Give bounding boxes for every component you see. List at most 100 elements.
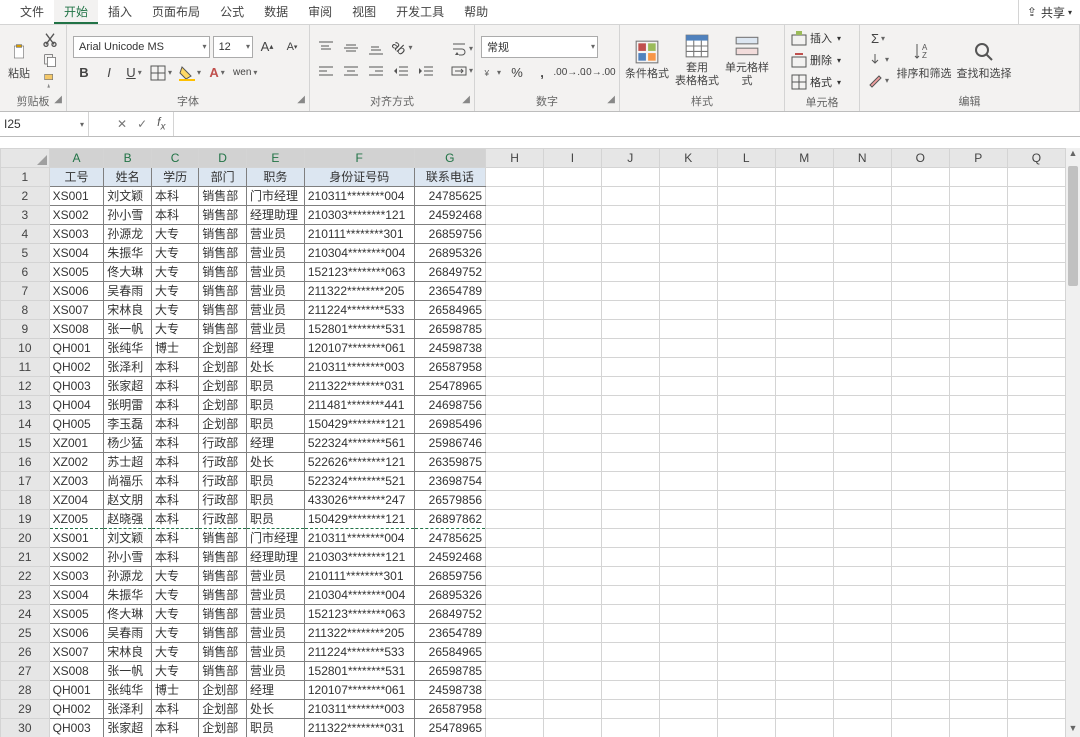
accounting-format-button[interactable]: ¥ bbox=[481, 63, 503, 83]
cell[interactable] bbox=[486, 396, 544, 415]
cell[interactable] bbox=[949, 548, 1007, 567]
cell[interactable] bbox=[775, 700, 833, 719]
cell[interactable] bbox=[891, 681, 949, 700]
column-header[interactable]: P bbox=[949, 149, 1007, 168]
row-header[interactable]: 27 bbox=[1, 662, 50, 681]
cell[interactable]: 企划部 bbox=[199, 415, 247, 434]
align-left-button[interactable] bbox=[315, 62, 337, 82]
cell[interactable] bbox=[659, 206, 717, 225]
cell[interactable]: 210311********003 bbox=[304, 358, 414, 377]
conditional-formatting-button[interactable]: 条件格式 bbox=[622, 27, 672, 92]
cell[interactable] bbox=[833, 624, 891, 643]
cell[interactable]: 大专 bbox=[151, 624, 198, 643]
cell[interactable] bbox=[1007, 719, 1065, 737]
cell[interactable]: 销售部 bbox=[199, 263, 247, 282]
cell[interactable] bbox=[601, 510, 659, 529]
cell[interactable] bbox=[486, 377, 544, 396]
orientation-button[interactable]: ab bbox=[390, 38, 414, 58]
cell[interactable] bbox=[833, 453, 891, 472]
align-top-button[interactable] bbox=[315, 38, 337, 58]
cell[interactable] bbox=[891, 529, 949, 548]
cell[interactable]: 本科 bbox=[151, 358, 198, 377]
cell[interactable] bbox=[833, 567, 891, 586]
cell[interactable] bbox=[486, 491, 544, 510]
cell[interactable] bbox=[717, 339, 775, 358]
cell[interactable] bbox=[659, 263, 717, 282]
align-right-button[interactable] bbox=[365, 62, 387, 82]
cell[interactable] bbox=[833, 510, 891, 529]
cell[interactable]: 工号 bbox=[49, 168, 104, 187]
menu-item-5[interactable]: 数据 bbox=[254, 0, 298, 24]
cell[interactable]: XS005 bbox=[49, 605, 104, 624]
cell[interactable]: 210111********301 bbox=[304, 567, 414, 586]
cell[interactable]: 522324********561 bbox=[304, 434, 414, 453]
cell[interactable]: XS007 bbox=[49, 643, 104, 662]
cell[interactable]: 26587958 bbox=[414, 358, 485, 377]
cell[interactable]: 本科 bbox=[151, 415, 198, 434]
cell[interactable] bbox=[601, 567, 659, 586]
cell[interactable]: 150429********121 bbox=[304, 415, 414, 434]
percent-button[interactable]: % bbox=[506, 63, 528, 83]
cell[interactable] bbox=[949, 529, 1007, 548]
cell[interactable]: 26895326 bbox=[414, 244, 485, 263]
cell[interactable] bbox=[949, 643, 1007, 662]
cell[interactable] bbox=[659, 700, 717, 719]
cell[interactable]: 尚福乐 bbox=[104, 472, 152, 491]
menu-item-8[interactable]: 开发工具 bbox=[386, 0, 454, 24]
cell[interactable]: 26587958 bbox=[414, 700, 485, 719]
cell[interactable] bbox=[717, 491, 775, 510]
cell[interactable] bbox=[833, 282, 891, 301]
cell[interactable] bbox=[1007, 453, 1065, 472]
cell[interactable] bbox=[1007, 244, 1065, 263]
cell[interactable]: 销售部 bbox=[199, 643, 247, 662]
italic-button[interactable]: I bbox=[98, 63, 120, 83]
cell[interactable] bbox=[891, 225, 949, 244]
cell[interactable] bbox=[775, 206, 833, 225]
cell[interactable]: 企划部 bbox=[199, 681, 247, 700]
cell[interactable]: 大专 bbox=[151, 605, 198, 624]
cell[interactable] bbox=[601, 643, 659, 662]
cancel-formula-icon[interactable]: ✕ bbox=[117, 117, 127, 131]
cell[interactable]: 销售部 bbox=[199, 301, 247, 320]
column-header[interactable]: H bbox=[486, 149, 544, 168]
cell[interactable] bbox=[659, 168, 717, 187]
cell[interactable] bbox=[659, 415, 717, 434]
cell[interactable] bbox=[544, 510, 602, 529]
increase-font-button[interactable]: A▴ bbox=[256, 37, 278, 57]
cell[interactable] bbox=[891, 700, 949, 719]
cell[interactable] bbox=[949, 358, 1007, 377]
cell[interactable] bbox=[659, 358, 717, 377]
cell[interactable]: 门市经理 bbox=[246, 187, 304, 206]
cell[interactable] bbox=[891, 586, 949, 605]
cell[interactable] bbox=[891, 377, 949, 396]
cell[interactable] bbox=[659, 605, 717, 624]
row-header[interactable]: 15 bbox=[1, 434, 50, 453]
cell[interactable] bbox=[891, 510, 949, 529]
cell[interactable]: 大专 bbox=[151, 225, 198, 244]
cell[interactable]: 张纯华 bbox=[104, 681, 152, 700]
cell[interactable]: 大专 bbox=[151, 662, 198, 681]
menu-item-3[interactable]: 页面布局 bbox=[142, 0, 210, 24]
cell[interactable]: 26579856 bbox=[414, 491, 485, 510]
cell[interactable]: 企划部 bbox=[199, 396, 247, 415]
cell[interactable]: XZ001 bbox=[49, 434, 104, 453]
column-header[interactable]: I bbox=[544, 149, 602, 168]
cell[interactable] bbox=[544, 168, 602, 187]
cell[interactable] bbox=[717, 377, 775, 396]
cell[interactable]: 处长 bbox=[246, 358, 304, 377]
cell[interactable]: 朱振华 bbox=[104, 586, 152, 605]
fx-icon[interactable]: fx bbox=[157, 115, 165, 132]
cell[interactable]: 211224********533 bbox=[304, 301, 414, 320]
cell[interactable]: 大专 bbox=[151, 320, 198, 339]
cell[interactable] bbox=[1007, 282, 1065, 301]
cell[interactable]: 职员 bbox=[246, 719, 304, 737]
dialog-launcher-icon[interactable]: ◢ bbox=[297, 94, 305, 105]
cell[interactable] bbox=[833, 263, 891, 282]
cell[interactable]: 职员 bbox=[246, 415, 304, 434]
cell[interactable]: 张泽利 bbox=[104, 700, 152, 719]
cell[interactable]: 张家超 bbox=[104, 719, 152, 737]
cell[interactable] bbox=[833, 320, 891, 339]
cell[interactable]: 吴春雨 bbox=[104, 624, 152, 643]
cell[interactable] bbox=[717, 510, 775, 529]
cell[interactable] bbox=[949, 681, 1007, 700]
